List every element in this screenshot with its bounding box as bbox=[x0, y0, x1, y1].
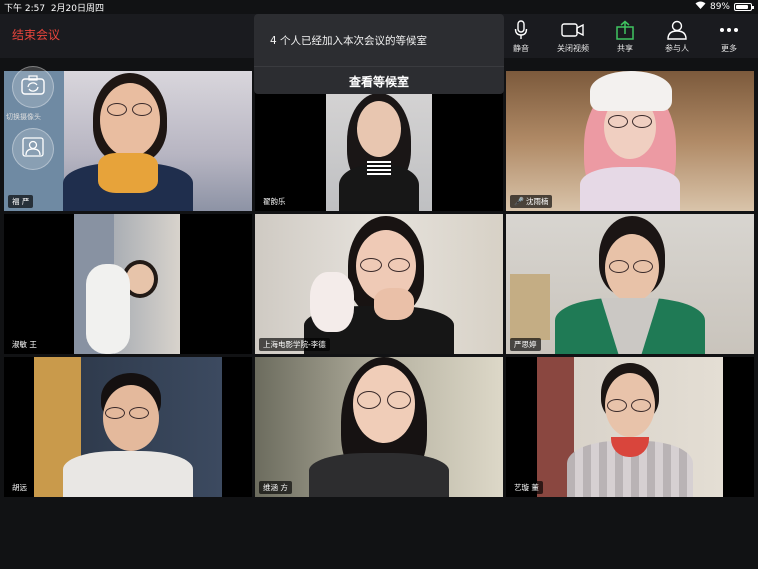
participants-icon bbox=[651, 18, 703, 42]
participant-figure bbox=[53, 367, 203, 497]
more-icon bbox=[703, 18, 755, 42]
participant-name-tag: 福 严 bbox=[8, 195, 34, 208]
participant-figure bbox=[299, 357, 459, 497]
participant-figure bbox=[555, 214, 705, 354]
mic-muted-icon: 🎤 bbox=[514, 197, 524, 206]
participant-name-tag: 淑敏 王 bbox=[8, 338, 41, 351]
waiting-room-message: 4 个人已经加入本次会议的等候室 bbox=[270, 35, 428, 47]
participant-name-tag: 严思婷 bbox=[510, 338, 541, 351]
participant-name: 淑敏 王 bbox=[12, 340, 37, 349]
end-meeting-button[interactable]: 结束会议 bbox=[12, 26, 60, 43]
participant-figure bbox=[58, 71, 198, 211]
participants-label: 参与人 bbox=[665, 44, 689, 53]
participant-name-tag: 🎤 沈雨楠 bbox=[510, 195, 553, 208]
participant-name-tag: 上海电影学院-李德 bbox=[259, 338, 330, 351]
stop-video-button[interactable]: 关闭视频 bbox=[547, 18, 599, 54]
status-date: 2月20日周四 bbox=[50, 4, 104, 14]
video-camera-icon bbox=[547, 18, 599, 42]
participant-name: 严思婷 bbox=[514, 340, 537, 349]
video-tile[interactable]: 🎤 沈雨楠 bbox=[506, 71, 754, 211]
share-icon bbox=[599, 18, 651, 42]
banner-divider bbox=[254, 66, 504, 67]
participant-name-tag: 维涵 方 bbox=[259, 481, 292, 494]
participant-name: 翟韵乐 bbox=[263, 197, 286, 206]
participant-video bbox=[506, 71, 754, 211]
participant-name: 艺璇 董 bbox=[514, 483, 539, 492]
status-bar: 下午 2:57 2月20日周四 89% bbox=[0, 0, 758, 14]
video-tile[interactable]: 胡远 bbox=[4, 357, 252, 497]
participant-name-tag: 翟韵乐 bbox=[259, 195, 290, 208]
status-time-date: 下午 2:57 2月20日周四 bbox=[4, 1, 104, 14]
participant-video bbox=[506, 214, 754, 354]
participant-name: 上海电影学院-李德 bbox=[263, 340, 326, 349]
participant-name: 福 严 bbox=[12, 197, 30, 206]
participant-video bbox=[74, 214, 180, 354]
participant-figure bbox=[560, 71, 700, 211]
status-right: 89% bbox=[695, 1, 754, 12]
more-label: 更多 bbox=[721, 44, 737, 53]
waiting-room-banner: 4 个人已经加入本次会议的等候室 查看等候室 bbox=[254, 14, 504, 94]
stop-video-label: 关闭视频 bbox=[557, 44, 589, 53]
participant-name-tag: 胡远 bbox=[8, 481, 31, 494]
participant-figure bbox=[82, 244, 172, 354]
view-waiting-room-button[interactable]: 查看等候室 bbox=[254, 73, 504, 90]
participant-video bbox=[255, 214, 503, 354]
participant-figure bbox=[565, 361, 695, 497]
profile-icon bbox=[22, 137, 44, 161]
participants-button[interactable]: 参与人 bbox=[651, 18, 703, 54]
share-button[interactable]: 共享 bbox=[599, 18, 651, 54]
participant-video bbox=[255, 357, 503, 497]
battery-percent: 89% bbox=[709, 1, 730, 12]
participant-name: 沈雨楠 bbox=[525, 197, 549, 206]
battery-icon bbox=[734, 2, 754, 11]
switch-camera-label: 切换摄像头 bbox=[6, 113, 41, 121]
background-shelf bbox=[510, 274, 550, 340]
participant-video bbox=[537, 357, 723, 497]
more-button[interactable]: 更多 bbox=[703, 18, 755, 54]
video-tile[interactable]: 上海电影学院-李德 bbox=[255, 214, 503, 354]
participant-video bbox=[34, 357, 222, 497]
status-time: 下午 2:57 bbox=[4, 4, 46, 14]
share-label: 共享 bbox=[617, 44, 633, 53]
video-tile[interactable]: 淑敏 王 bbox=[4, 214, 252, 354]
profile-avatar-button[interactable] bbox=[12, 128, 54, 170]
video-tile[interactable]: 艺璇 董 bbox=[506, 357, 754, 497]
wifi-icon bbox=[695, 1, 706, 12]
camera-switch-icon bbox=[21, 75, 45, 99]
video-tile[interactable]: 维涵 方 bbox=[255, 357, 503, 497]
video-tile[interactable]: 严思婷 bbox=[506, 214, 754, 354]
participant-name: 胡远 bbox=[12, 483, 27, 492]
participant-name: 维涵 方 bbox=[263, 483, 288, 492]
participant-figure bbox=[304, 214, 454, 354]
switch-camera-button[interactable] bbox=[12, 66, 54, 108]
participant-figure bbox=[329, 93, 429, 211]
participant-name-tag: 艺璇 董 bbox=[510, 481, 543, 494]
